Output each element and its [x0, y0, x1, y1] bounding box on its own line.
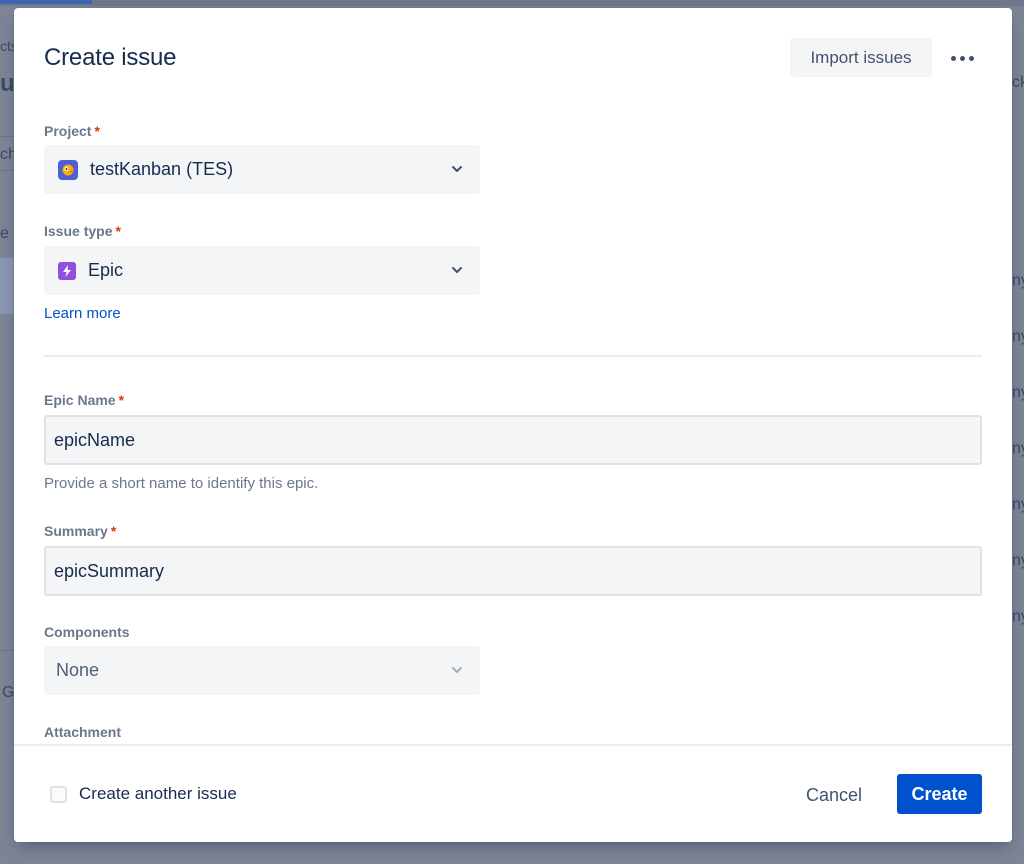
background-text: ny: [1012, 272, 1024, 289]
background-text: ny: [1012, 328, 1024, 345]
components-select[interactable]: None: [44, 646, 480, 695]
summary-label-text: Summary: [44, 523, 108, 539]
more-actions-button[interactable]: [944, 42, 980, 74]
create-issue-dialog: Create issue Import issues Project * test…: [14, 8, 1012, 842]
learn-more-link[interactable]: Learn more: [44, 305, 121, 322]
epic-name-label: Epic Name *: [44, 392, 124, 408]
epic-name-label-text: Epic Name: [44, 392, 116, 408]
project-select[interactable]: testKanban (TES): [44, 145, 480, 194]
issue-type-label-text: Issue type: [44, 223, 113, 239]
background-topbar-accent: [0, 0, 92, 4]
summary-input[interactable]: [44, 546, 982, 596]
components-value: None: [56, 660, 100, 680]
epic-name-helper-text: Provide a short name to identify this ep…: [44, 475, 319, 492]
required-mark: *: [115, 223, 121, 239]
components-label: Components: [44, 624, 130, 640]
background-text: ny: [1012, 608, 1024, 625]
issue-type-label: Issue type *: [44, 223, 121, 239]
background-row-highlight: [0, 258, 14, 314]
background-text: G: [2, 684, 15, 701]
required-mark: *: [110, 523, 117, 539]
attachment-label: Attachment: [44, 724, 121, 740]
summary-label: Summary *: [44, 523, 116, 539]
background-text: ny: [1012, 552, 1024, 569]
background-divider: [0, 136, 14, 137]
background-topbar: [0, 0, 1024, 6]
chevron-down-icon: [452, 667, 462, 673]
project-label: Project *: [44, 123, 100, 139]
attachment-label-text: Attachment: [44, 724, 122, 740]
background-text: ny: [1012, 384, 1024, 401]
cancel-button[interactable]: Cancel: [790, 776, 878, 814]
background-text: e: [0, 225, 9, 242]
more-horizontal-icon: [959, 55, 965, 61]
create-another-checkbox[interactable]: [50, 786, 67, 803]
issue-type-value: Epic: [88, 260, 124, 280]
required-mark: *: [94, 123, 100, 139]
more-horizontal-icon: [950, 55, 956, 61]
epic-name-input[interactable]: [44, 415, 982, 465]
chevron-down-icon: [452, 166, 462, 172]
dialog-footer: Create another issue Cancel Create: [14, 744, 1012, 842]
dialog-title: Create issue: [44, 44, 177, 71]
project-avatar-icon: [58, 159, 78, 180]
project-label-text: Project: [44, 123, 92, 139]
epic-icon: [58, 261, 76, 280]
more-horizontal-icon: [968, 55, 974, 61]
background-text: ny: [1012, 496, 1024, 513]
section-divider: [44, 355, 982, 357]
background-text: ny: [1012, 440, 1024, 457]
background-text: ck: [1012, 74, 1024, 91]
create-another-label[interactable]: Create another issue: [79, 784, 237, 804]
background-divider: [0, 170, 14, 171]
create-button[interactable]: Create: [897, 774, 982, 814]
project-value: testKanban (TES): [90, 159, 234, 179]
import-issues-button[interactable]: Import issues: [790, 38, 932, 77]
issue-type-select[interactable]: Epic: [44, 246, 480, 295]
background-divider: [0, 650, 14, 651]
components-label-text: Components: [44, 624, 130, 640]
chevron-down-icon: [452, 267, 462, 273]
required-mark: *: [118, 392, 125, 408]
